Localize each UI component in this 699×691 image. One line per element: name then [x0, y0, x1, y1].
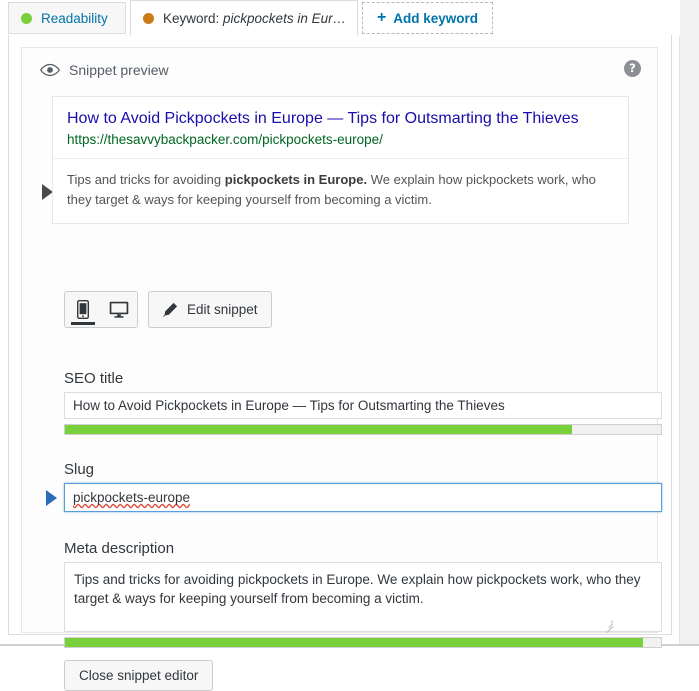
snippet-card-top: How to Avoid Pickpockets in Europe — Tip…: [53, 97, 628, 159]
seo-title-progress-bar: [64, 424, 662, 435]
snippet-toolbar: Edit snippet: [64, 291, 272, 328]
snippet-description-part1: Tips and tricks for avoiding: [67, 172, 225, 187]
meta-description-label: Meta description: [64, 540, 175, 557]
tab-keyword[interactable]: Keyword: pickpockets in Eur…: [130, 0, 358, 36]
keyword-status-dot: [143, 12, 154, 24]
help-icon[interactable]: ?: [624, 60, 641, 77]
close-snippet-editor-button[interactable]: Close snippet editor: [64, 660, 214, 691]
edit-snippet-label: Edit snippet: [187, 302, 258, 317]
desktop-monitor-icon: [109, 301, 129, 318]
tab-readability-label: Readability: [41, 10, 108, 26]
meta-description-progress-bar: [64, 637, 662, 648]
seo-title-label: SEO title: [64, 370, 124, 387]
tab-add-keyword[interactable]: + Add keyword: [362, 2, 493, 34]
eye-icon: [40, 63, 60, 77]
seo-title-input[interactable]: [64, 392, 662, 419]
tab-keyword-prefix: Keyword:: [163, 10, 224, 26]
tab-keyword-label: Keyword: pickpockets in Eur…: [163, 11, 346, 26]
google-snippet-card[interactable]: How to Avoid Pickpockets in Europe — Tip…: [52, 96, 629, 224]
snippet-description-keyword: pickpockets in Europe.: [224, 172, 368, 187]
edit-snippet-button[interactable]: Edit snippet: [148, 291, 272, 328]
mobile-preview-button[interactable]: [65, 292, 101, 327]
tab-add-keyword-label: Add keyword: [393, 10, 479, 26]
snippet-editor-container: Snippet preview ? How to Avoid Pickpocke…: [21, 47, 662, 691]
plus-icon: +: [376, 9, 387, 26]
slug-field-caret-icon: [46, 490, 57, 506]
snippet-title-link[interactable]: How to Avoid Pickpockets in Europe — Tip…: [67, 109, 614, 129]
snippet-url: https://thesavvybackpacker.com/pickpocke…: [67, 132, 383, 147]
snippet-editor-page: Readability Keyword: pickpockets in Eur……: [0, 0, 699, 691]
slug-label: Slug: [64, 461, 95, 478]
snippet-description: Tips and tricks for avoiding pickpockets…: [53, 159, 628, 223]
readability-status-dot: [21, 12, 32, 24]
page-background-strip: [679, 0, 699, 646]
pencil-icon: [162, 302, 178, 317]
seo-title-progress-fill: [65, 425, 572, 434]
snippet-preview-header: Snippet preview: [40, 62, 169, 78]
desktop-preview-button[interactable]: [101, 292, 137, 327]
tab-keyword-phrase: pickpockets in Eur…: [223, 10, 347, 26]
tab-readability[interactable]: Readability: [8, 2, 126, 34]
mobile-phone-icon: [77, 300, 89, 319]
keyword-analysis-panel: Snippet preview ? How to Avoid Pickpocke…: [8, 35, 672, 691]
analysis-tab-bar: Readability Keyword: pickpockets in Eur……: [0, 0, 680, 36]
meta-description-textarea[interactable]: [64, 562, 662, 632]
device-preview-toggle[interactable]: [64, 291, 138, 328]
slug-input[interactable]: pickpockets-europe: [64, 483, 662, 512]
snippet-preview-title: Snippet preview: [69, 62, 169, 78]
slug-input-value: pickpockets-europe: [73, 490, 191, 505]
